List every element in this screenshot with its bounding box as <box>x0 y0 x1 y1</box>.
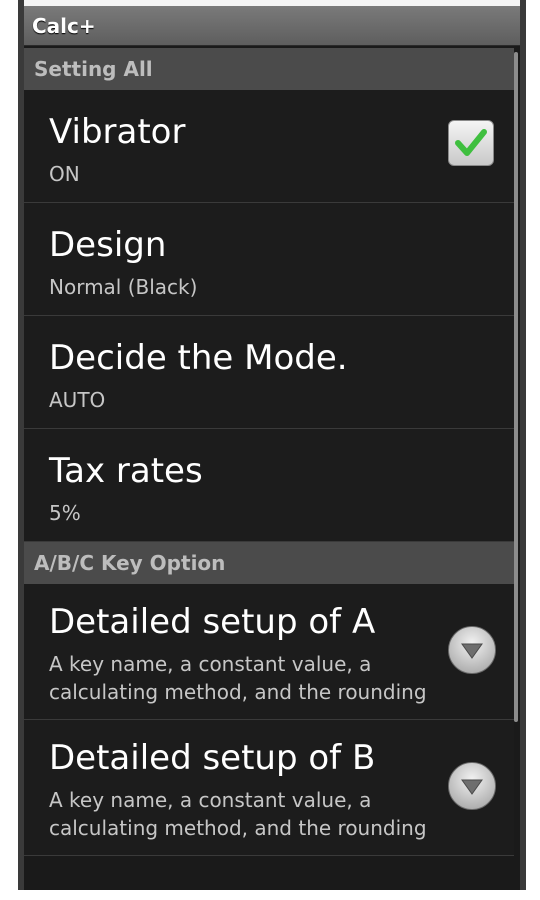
app-title: Calc+ <box>32 14 96 38</box>
vibrator-checkbox[interactable] <box>448 120 494 166</box>
chevron-down-icon <box>461 643 483 659</box>
pref-summary: ON <box>49 162 80 186</box>
pref-title: Vibrator <box>49 112 186 152</box>
checkmark-icon <box>455 129 487 156</box>
section-header-abc-key-option: A/B/C Key Option <box>24 542 514 584</box>
setup-b-dropdown-button[interactable] <box>448 762 496 810</box>
list-scrollbar[interactable] <box>514 52 518 722</box>
pref-design[interactable]: Design Normal (Black) <box>24 203 514 316</box>
pref-detailed-setup-a[interactable]: Detailed setup of A A key name, a consta… <box>24 584 514 720</box>
pref-title: Detailed setup of A <box>49 602 376 642</box>
pref-summary: 5% <box>49 501 81 525</box>
setup-a-dropdown-button[interactable] <box>448 626 496 674</box>
pref-summary: A key name, a constant value, a calculat… <box>49 652 427 704</box>
pref-tax-rates[interactable]: Tax rates 5% <box>24 429 514 542</box>
pref-title: Tax rates <box>49 451 203 491</box>
pref-decide-mode[interactable]: Decide the Mode. AUTO <box>24 316 514 429</box>
section-header-setting-all: Setting All <box>24 48 514 90</box>
pref-title: Detailed setup of B <box>49 738 376 778</box>
pref-title: Design <box>49 225 167 265</box>
pref-title: Decide the Mode. <box>49 338 348 378</box>
title-bar: Calc+ <box>24 6 520 46</box>
screen: Calc+ Setting All Vibrator ON Design Nor… <box>0 0 540 900</box>
pref-summary: Normal (Black) <box>49 275 198 299</box>
pref-vibrator[interactable]: Vibrator ON <box>24 90 514 203</box>
preferences-list[interactable]: Setting All Vibrator ON Design Normal (B… <box>24 48 514 890</box>
pref-summary: AUTO <box>49 388 106 412</box>
pref-summary: A key name, a constant value, a calculat… <box>49 788 427 840</box>
chevron-down-icon <box>461 779 483 795</box>
pref-detailed-setup-b[interactable]: Detailed setup of B A key name, a consta… <box>24 720 514 856</box>
app-window: Calc+ Setting All Vibrator ON Design Nor… <box>18 0 526 890</box>
